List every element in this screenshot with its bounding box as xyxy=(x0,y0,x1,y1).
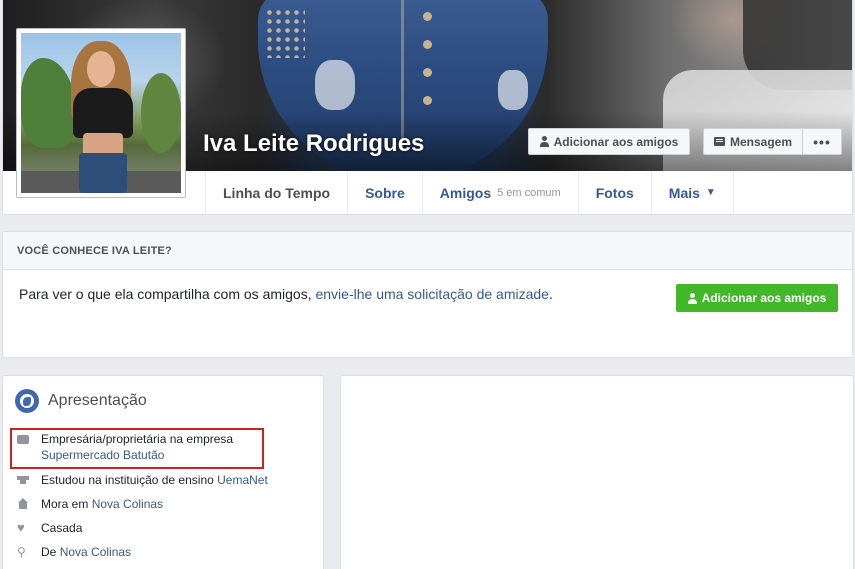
work-text: Empresária/proprietária na empresa xyxy=(41,432,234,446)
tab-label: Linha do Tempo xyxy=(223,184,331,201)
friend-request-text-before: Para ver o que ela compartilha com os am… xyxy=(19,286,316,302)
intro-title: Apresentação xyxy=(48,392,147,409)
profile-photo xyxy=(21,33,181,193)
profile-photo-tree xyxy=(21,58,76,148)
profile-tabs: Linha do Tempo Sobre Amigos 5 em comum F… xyxy=(205,171,734,214)
intro-item-text: De Nova Colinas xyxy=(41,544,131,560)
tab-label: Fotos xyxy=(595,184,634,201)
work-company-link[interactable]: Supermercado Batutão xyxy=(41,448,164,462)
mutual-friends-count: 5 em comum xyxy=(497,186,561,199)
intro-item-education: Estudou na instituição de ensino UemaNet xyxy=(15,472,315,488)
profile-photo-top xyxy=(73,88,133,138)
message-icon xyxy=(713,137,725,146)
tab-label: Amigos xyxy=(439,184,492,201)
intro-item-from: ⚲ De Nova Colinas xyxy=(15,544,315,560)
profile-name[interactable]: Iva Leite Rodrigues xyxy=(203,130,424,158)
intro-list: Empresária/proprietária na empresa Super… xyxy=(15,431,315,568)
tab-label: Sobre xyxy=(365,184,405,201)
timeline-content-card xyxy=(340,375,854,569)
profile-picture[interactable] xyxy=(16,28,186,198)
profile-photo-face xyxy=(87,51,115,87)
message-label: Mensagem xyxy=(729,134,793,149)
intro-item-work: Empresária/proprietária na empresa Super… xyxy=(15,431,315,463)
intro-item-relationship: ♥ Casada xyxy=(15,520,315,536)
intro-card: Apresentação Empresária/proprietária na … xyxy=(2,375,324,569)
tab-label: Mais xyxy=(668,184,700,201)
tab-more[interactable]: Mais ▼ xyxy=(650,171,734,214)
add-person-icon xyxy=(687,292,697,304)
cover-photo-button xyxy=(423,96,432,105)
from-text: De xyxy=(41,545,60,559)
add-friend-button[interactable]: Adicionar aos amigos xyxy=(528,128,690,155)
send-request-link[interactable]: envie-lhe uma solicitação de amizade xyxy=(315,286,548,302)
cover-photo-button xyxy=(423,40,432,49)
intro-item-text: Mora em Nova Colinas xyxy=(41,496,163,512)
tab-about[interactable]: Sobre xyxy=(347,171,422,214)
heart-icon: ♥ xyxy=(17,520,25,535)
cover-photo-rip xyxy=(498,70,528,110)
friend-request-heading: VOCÊ CONHECE IVA LEITE? xyxy=(3,232,852,270)
profile-photo-tree xyxy=(141,73,181,153)
cover-photo-button xyxy=(423,12,432,21)
friend-request-card: VOCÊ CONHECE IVA LEITE? Para ver o que e… xyxy=(2,231,853,358)
more-dots-icon: ••• xyxy=(813,133,831,150)
cover-photo-rip xyxy=(315,60,355,110)
cover-photo-button xyxy=(423,68,432,77)
house-icon xyxy=(17,498,29,510)
add-friend-label: Adicionar aos amigos xyxy=(701,291,827,305)
school-link[interactable]: UemaNet xyxy=(217,473,268,487)
more-options-button[interactable]: ••• xyxy=(802,128,842,155)
intro-header: Apresentação xyxy=(15,389,147,413)
add-person-icon xyxy=(539,136,549,147)
map-pin-icon: ⚲ xyxy=(17,545,26,559)
intro-item-text: Empresária/proprietária na empresa Super… xyxy=(41,431,233,463)
globe-icon xyxy=(15,389,39,413)
current-city-link[interactable]: Nova Colinas xyxy=(92,497,163,511)
profile-photo-shorts xyxy=(79,153,127,193)
tab-friends[interactable]: Amigos 5 em comum xyxy=(421,171,578,214)
intro-item-lives: Mora em Nova Colinas xyxy=(15,496,315,512)
add-friend-green-button[interactable]: Adicionar aos amigos xyxy=(676,284,838,312)
briefcase-icon xyxy=(17,435,29,444)
friend-request-text-after: . xyxy=(548,286,553,302)
message-button[interactable]: Mensagem xyxy=(703,128,803,155)
cover-photo-studs xyxy=(265,8,305,58)
lives-text: Mora em xyxy=(41,497,92,511)
graduation-cap-icon xyxy=(17,474,29,486)
education-text: Estudou na instituição de ensino xyxy=(41,473,218,487)
intro-item-text: Estudou na instituição de ensino UemaNet xyxy=(41,472,268,488)
add-friend-label: Adicionar aos amigos xyxy=(553,134,679,149)
tab-photos[interactable]: Fotos xyxy=(577,171,651,214)
caret-down-icon: ▼ xyxy=(705,187,716,198)
hometown-link[interactable]: Nova Colinas xyxy=(60,545,131,559)
friend-request-text: Para ver o que ela compartilha com os am… xyxy=(19,286,553,302)
tab-timeline[interactable]: Linha do Tempo xyxy=(205,171,347,214)
relationship-text: Casada xyxy=(41,521,83,535)
